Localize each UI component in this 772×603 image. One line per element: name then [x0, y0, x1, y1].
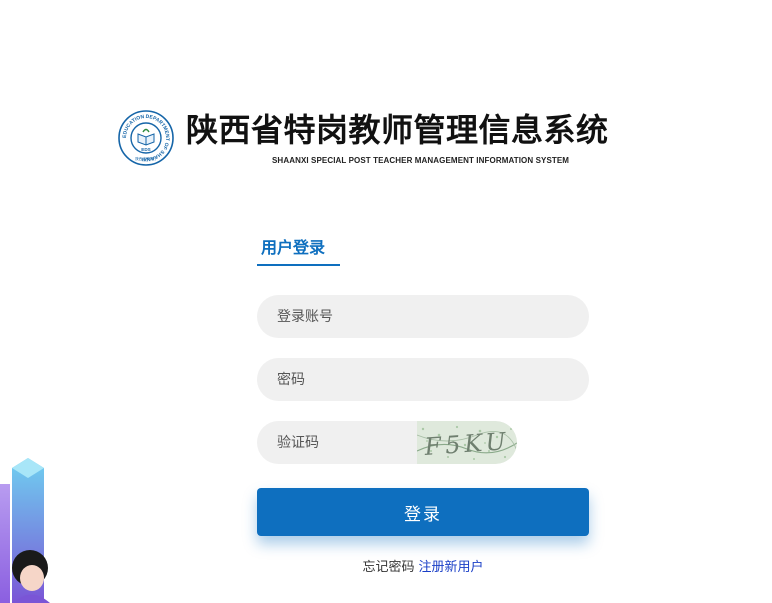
- seal-center-text: EDS: [141, 147, 150, 152]
- forgot-password-link[interactable]: 忘记密码: [362, 560, 414, 575]
- login-page: EDUCATION DEPARTMENT OF SHAANXI EDS 陕西省教…: [0, 0, 772, 603]
- account-input[interactable]: [277, 295, 567, 338]
- seal-bottom-text: 陕西省教育厅: [135, 156, 157, 161]
- auth-links: 忘记密码 注册新用户: [257, 556, 589, 575]
- tab-user-login-label: 用户登录: [261, 238, 326, 257]
- captcha-field-container: F5KU: [257, 421, 517, 464]
- tab-user-login[interactable]: 用户登录: [257, 230, 340, 266]
- password-input[interactable]: [277, 358, 567, 401]
- decorative-corner-shape: [652, 0, 772, 100]
- header-brand: EDUCATION DEPARTMENT OF SHAANXI EDS 陕西省教…: [118, 108, 678, 172]
- login-button[interactable]: 登录: [257, 488, 589, 536]
- register-link[interactable]: 注册新用户: [419, 560, 484, 575]
- password-field-container: [257, 358, 589, 401]
- education-department-seal-icon: EDUCATION DEPARTMENT OF SHAANXI EDS 陕西省教…: [118, 110, 174, 166]
- site-title: 陕西省特岗教师管理信息系统: [186, 111, 609, 149]
- account-field-container: [257, 295, 589, 338]
- site-subtitle: SHAANXI SPECIAL POST TEACHER MANAGEMENT …: [272, 156, 570, 165]
- login-form: 用户登录 F5KU 登录: [257, 230, 589, 580]
- captcha-input[interactable]: [277, 421, 417, 464]
- decorative-illustration: [0, 458, 50, 603]
- captcha-image[interactable]: F5KU: [417, 421, 517, 464]
